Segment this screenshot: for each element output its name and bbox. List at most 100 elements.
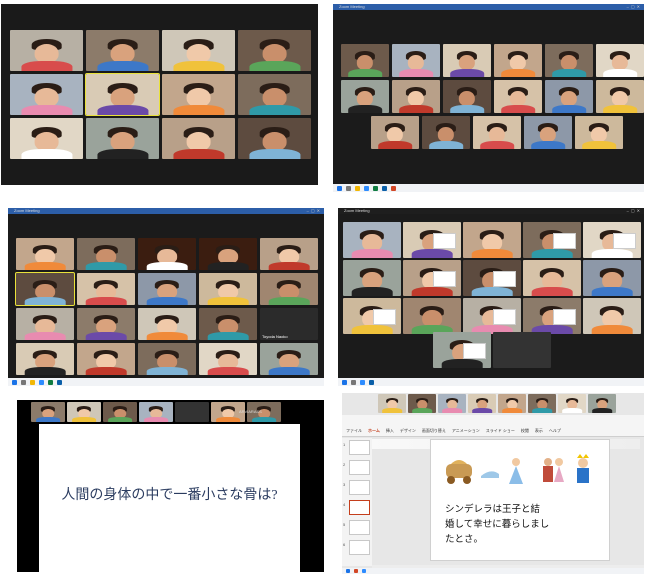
participant-video[interactable] — [443, 44, 491, 77]
participant-video[interactable] — [138, 343, 196, 375]
ribbon-tab[interactable]: 画面切り替え — [422, 428, 446, 434]
participant-video[interactable] — [31, 402, 65, 422]
participant-video[interactable] — [139, 402, 173, 422]
participant-video[interactable] — [162, 30, 235, 71]
participant-video[interactable] — [10, 30, 83, 71]
excel-icon[interactable] — [48, 379, 53, 385]
participant-video[interactable] — [498, 394, 526, 413]
participant-video[interactable]: Toyoda Naoko — [260, 308, 318, 340]
powerpoint-icon[interactable] — [354, 569, 358, 573]
ribbon-tab[interactable]: ヘルプ — [549, 428, 561, 434]
participant-video[interactable] — [162, 74, 235, 115]
participant-video[interactable] — [378, 394, 406, 413]
window-controls[interactable]: –▢✕ — [627, 4, 642, 10]
slide-thumbnail[interactable] — [349, 460, 370, 475]
participant-video[interactable] — [583, 298, 641, 334]
window-title-bar[interactable]: Zoom Meeting –▢✕ — [8, 208, 324, 214]
participant-video[interactable] — [16, 238, 74, 270]
participant-video[interactable] — [343, 222, 401, 258]
participant-video[interactable] — [10, 118, 83, 159]
participant-video[interactable] — [433, 332, 491, 368]
powerpoint-icon[interactable] — [391, 185, 396, 191]
participant-video[interactable] — [468, 394, 496, 413]
zoom-icon[interactable] — [39, 379, 44, 385]
participant-video[interactable] — [596, 80, 644, 113]
participant-video[interactable] — [528, 394, 556, 413]
participant-video[interactable] — [422, 116, 470, 149]
participant-video[interactable] — [583, 222, 641, 258]
participant-video[interactable] — [494, 44, 542, 77]
ribbon-tab[interactable]: 校閲 — [521, 428, 529, 434]
participant-video[interactable] — [260, 343, 318, 375]
participant-video[interactable] — [16, 343, 74, 375]
participant-video[interactable] — [371, 116, 419, 149]
participant-video[interactable] — [523, 298, 581, 334]
excel-icon[interactable] — [373, 185, 378, 191]
window-title-bar[interactable]: Zoom Meeting –▢✕ — [333, 4, 644, 10]
start-icon[interactable] — [342, 379, 347, 385]
participant-video[interactable] — [199, 343, 257, 375]
participant-video[interactable] — [588, 394, 616, 413]
participant-video[interactable] — [175, 402, 209, 422]
ribbon-tab[interactable]: スライド ショー — [486, 428, 515, 434]
ribbon-tab[interactable]: 挿入 — [386, 428, 394, 434]
participant-video[interactable] — [596, 44, 644, 77]
participant-video[interactable] — [238, 118, 311, 159]
participant-video[interactable] — [403, 260, 461, 296]
participant-video[interactable] — [583, 260, 641, 296]
window-controls[interactable]: –▢✕ — [627, 208, 642, 214]
slide-thumbnail[interactable] — [349, 500, 370, 515]
participant-video[interactable] — [545, 80, 593, 113]
participant-video[interactable] — [575, 116, 623, 149]
participant-video[interactable] — [77, 273, 135, 305]
slide-thumbnail[interactable] — [349, 440, 370, 455]
participant-video[interactable] — [85, 73, 160, 116]
participant-video[interactable] — [77, 238, 135, 270]
participant-video[interactable] — [343, 260, 401, 296]
start-icon[interactable] — [337, 185, 342, 191]
participant-video[interactable] — [408, 394, 436, 413]
participant-video[interactable] — [558, 394, 586, 413]
slide-thumbnail[interactable] — [349, 540, 370, 555]
participant-video[interactable] — [238, 74, 311, 115]
participant-video[interactable] — [86, 118, 159, 159]
participant-video[interactable] — [199, 308, 257, 340]
start-icon[interactable] — [346, 569, 350, 573]
participant-video[interactable] — [15, 272, 75, 306]
participant-video[interactable] — [10, 74, 83, 115]
participant-video[interactable] — [67, 402, 101, 422]
participant-video[interactable] — [473, 116, 521, 149]
participant-video[interactable] — [138, 273, 196, 305]
ribbon-tab[interactable]: デザイン — [400, 428, 416, 434]
window-title-bar[interactable]: Zoom Meeting –▢✕ — [338, 208, 644, 214]
participant-video[interactable] — [403, 222, 461, 258]
participant-video[interactable] — [392, 44, 440, 77]
zoom-icon[interactable] — [362, 569, 366, 573]
participant-video[interactable] — [493, 332, 551, 368]
search-icon[interactable] — [21, 379, 26, 385]
search-icon[interactable] — [346, 185, 351, 191]
participant-video[interactable] — [199, 273, 257, 305]
participant-video[interactable] — [103, 402, 137, 422]
participant-video[interactable] — [463, 260, 521, 296]
search-icon[interactable] — [351, 379, 356, 385]
participant-video[interactable] — [77, 343, 135, 375]
ribbon-tab[interactable]: 表示 — [535, 428, 543, 434]
edge-icon[interactable] — [57, 379, 62, 385]
participant-video[interactable] — [16, 308, 74, 340]
window-controls[interactable]: –▢✕ — [307, 208, 322, 214]
participant-video[interactable] — [77, 308, 135, 340]
slide-thumbnail[interactable] — [349, 480, 370, 495]
participant-video[interactable] — [523, 222, 581, 258]
participant-video[interactable] — [463, 222, 521, 258]
ribbon-tab[interactable]: ホーム — [368, 428, 380, 434]
participant-video[interactable] — [260, 238, 318, 270]
participant-video[interactable] — [438, 394, 466, 413]
folder-icon[interactable] — [30, 379, 35, 385]
edge-icon[interactable] — [382, 185, 387, 191]
participant-video[interactable] — [138, 238, 196, 270]
participant-video[interactable] — [343, 298, 401, 334]
folder-icon[interactable] — [355, 185, 360, 191]
participant-video[interactable] — [260, 273, 318, 305]
participant-video[interactable] — [443, 80, 491, 113]
